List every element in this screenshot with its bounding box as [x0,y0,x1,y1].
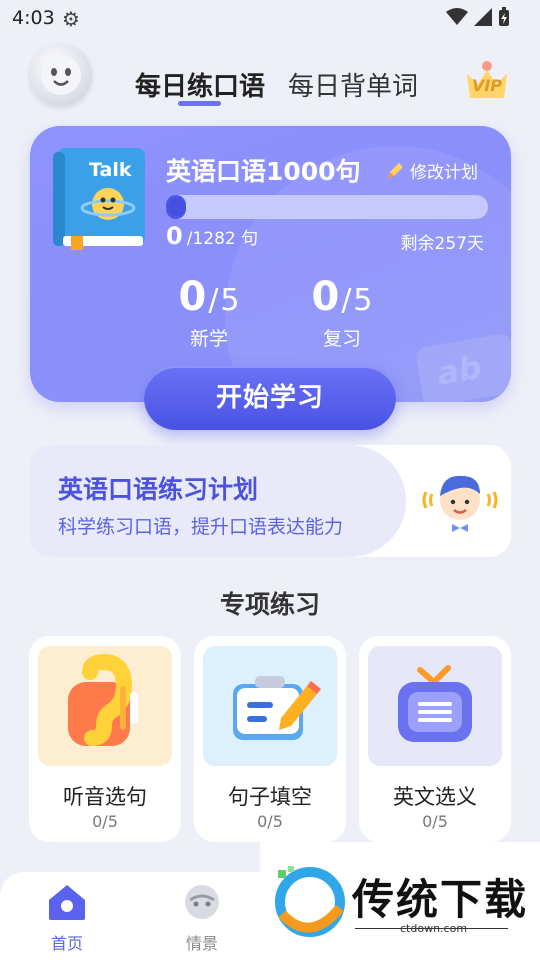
edit-plan-label: 修改计划 [410,163,478,183]
cellular-icon [474,8,492,26]
book-cover-text: Talk [89,159,132,181]
nav-scene-label: 情景 [185,934,218,953]
scene-icon [185,885,219,919]
total-sentences: /1282 句 [186,229,259,249]
tab-daily-words[interactable]: 每日背单词 [288,66,418,103]
vip-label: VIP [471,76,503,95]
home-icon [49,885,85,920]
status-icons [446,7,510,27]
review-label: 复习 [322,328,361,350]
special-practice-title: 专项练习 [219,590,320,619]
wifi-icon [446,8,468,25]
notepad-pencil-icon [233,676,321,740]
exercise-label: 英文选义 [393,785,477,809]
settings-gear-icon: ⚙ [62,7,80,31]
review-value: 0 [311,274,340,320]
new-learn-total: 5 [220,283,240,318]
exercise-count: 0/5 [257,812,283,831]
progress-count: 0 /1282 句 [166,222,258,250]
plan-progress-bar [166,195,488,219]
exercise-count: 0/5 [422,812,448,831]
course-title: 英语口语1000句 [166,157,361,186]
days-remaining: 剩余257天 [400,234,484,254]
start-learning-button[interactable]: 开始学习 [144,366,396,430]
exercise-icon-bg [203,646,337,766]
tv-icon [398,665,472,742]
exercise-card-sentence-fill[interactable]: 句子填空 0/5 [194,636,346,842]
exercise-label: 句子填空 [228,785,312,809]
review-stat: 0 / 5 复习 [282,274,402,351]
nav-home[interactable]: 首页 [27,882,107,954]
ear-icon [68,653,138,746]
exercise-count: 0/5 [92,812,118,831]
status-time: 4:03 [12,7,55,29]
battery-icon [499,7,509,26]
nav-home-label: 首页 [50,934,83,953]
watermark-logo-icon [275,866,345,937]
tab-daily-speaking[interactable]: 每日练口语 [135,66,265,103]
edit-plan-button[interactable]: 修改计划 [386,158,478,183]
progress-handle [168,198,186,216]
exercise-label: 听音选句 [63,785,147,809]
new-learn-stat: 0 / 5 新学 [149,274,269,351]
tab-active-indicator [178,101,221,106]
vip-button[interactable]: VIP [464,60,510,102]
new-learn-value: 0 [178,274,207,320]
review-total: 5 [353,283,373,318]
exercise-card-listen-choose[interactable]: 听音选句 0/5 [29,636,181,842]
practice-plan-subtitle: 科学练习口语，提升口语表达能力 [58,516,344,538]
card-decoration: ab [414,332,511,402]
watermark-url: ctdown.com [400,922,468,935]
exercise-card-meaning-choice[interactable]: 英文选义 0/5 [359,636,511,842]
status-bar: 4:03 ⚙ [0,0,540,38]
avatar-face-icon [41,55,81,95]
pencil-icon [388,162,403,178]
speaking-boy-icon [422,475,498,532]
nav-scene[interactable]: 情景 [162,882,242,954]
learned-count: 0 [166,222,183,250]
avatar[interactable] [30,44,92,106]
practice-plan-title: 英语口语练习计划 [58,475,259,504]
watermark-brand: 传统下载 [352,875,529,924]
progress-fill [166,195,186,219]
book-talk-icon: Talk [53,148,145,250]
exercise-icon-bg [368,646,502,766]
new-learn-label: 新学 [189,328,228,350]
exercise-icon-bg [38,646,172,766]
